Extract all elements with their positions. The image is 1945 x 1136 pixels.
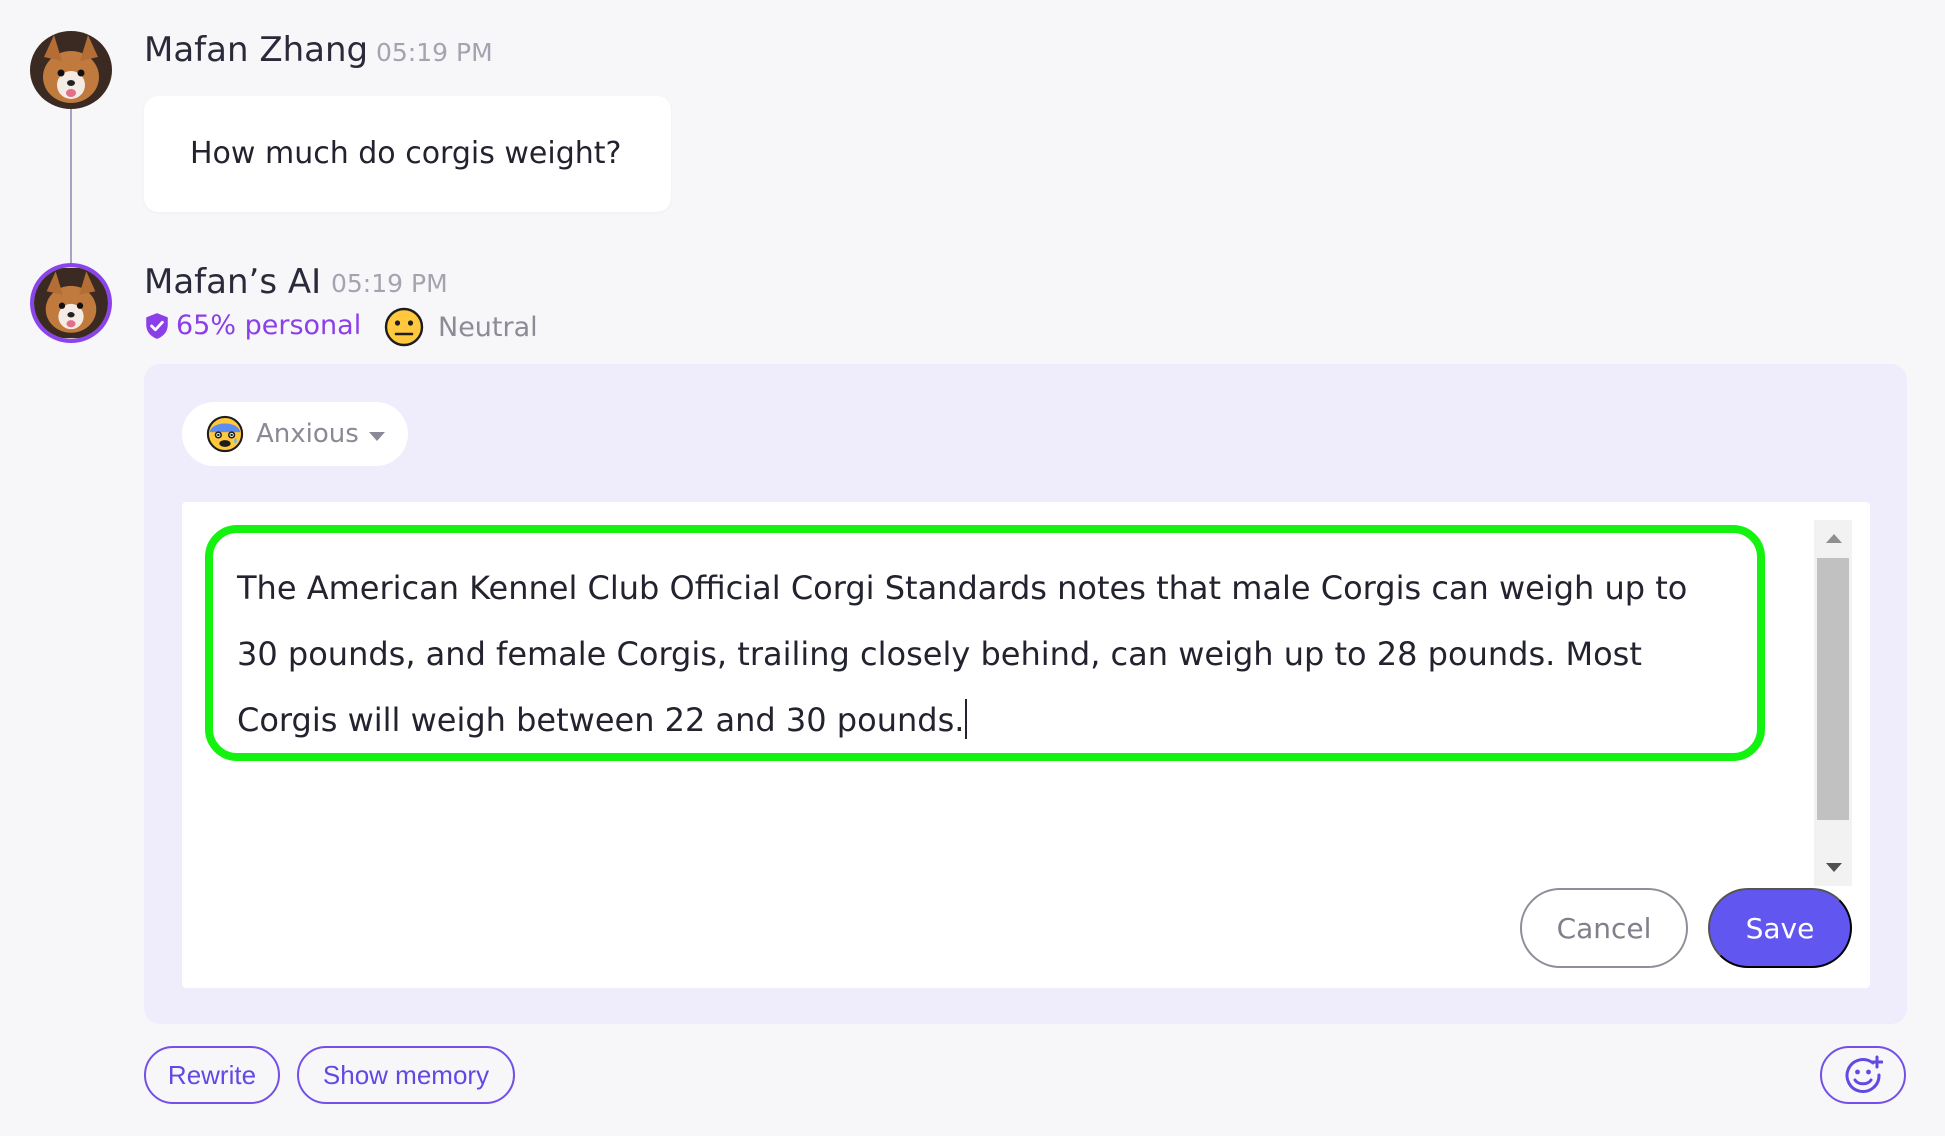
user-name[interactable]: Mafan Zhang (144, 30, 368, 70)
response-editor-card: The American Kennel Club Official Corgi … (182, 502, 1870, 988)
corgi-avatar-icon (34, 267, 108, 339)
neutral-face-icon (384, 307, 424, 347)
shield-check-icon (146, 312, 168, 339)
scrollbar-thumb[interactable] (1817, 558, 1849, 820)
user-message-time: 05:19 PM (376, 38, 493, 67)
edit-response-panel: Anxious The American Kennel Club Officia… (144, 364, 1907, 1024)
mood-dropdown-value: Anxious (256, 419, 359, 449)
mood-dropdown[interactable]: Anxious (182, 402, 408, 466)
rewrite-button[interactable]: Rewrite (144, 1046, 280, 1104)
show-memory-button[interactable]: Show memory (297, 1046, 515, 1104)
scroll-down-arrow-icon[interactable] (1814, 850, 1852, 886)
personal-badge[interactable]: 65% personal (144, 310, 361, 341)
text-cursor (965, 699, 968, 739)
message-mood: Neutral (384, 307, 538, 347)
thread-connector (70, 109, 72, 265)
save-button[interactable]: Save (1708, 888, 1852, 968)
response-textarea[interactable]: The American Kennel Club Official Corgi … (205, 525, 1765, 761)
cancel-button[interactable]: Cancel (1520, 888, 1688, 968)
add-emoji-icon (1845, 1055, 1883, 1093)
editor-scrollbar[interactable] (1814, 520, 1852, 886)
scroll-up-arrow-icon[interactable] (1814, 520, 1852, 556)
mood-label: Neutral (438, 311, 538, 343)
anxious-face-icon (206, 415, 244, 453)
chevron-down-icon (368, 431, 385, 441)
ai-name[interactable]: Mafan’s AI (144, 262, 321, 302)
add-reaction-button[interactable] (1820, 1046, 1906, 1104)
personal-label: 65% personal (176, 310, 362, 341)
user-message-bubble: How much do corgis weight? (144, 96, 671, 212)
user-message-text: How much do corgis weight? (190, 136, 622, 171)
ai-message-time: 05:19 PM (331, 269, 448, 298)
response-text: The American Kennel Club Official Corgi … (237, 569, 1688, 739)
corgi-avatar-icon (30, 31, 112, 109)
user-avatar[interactable] (30, 31, 112, 109)
ai-avatar[interactable] (30, 263, 112, 343)
